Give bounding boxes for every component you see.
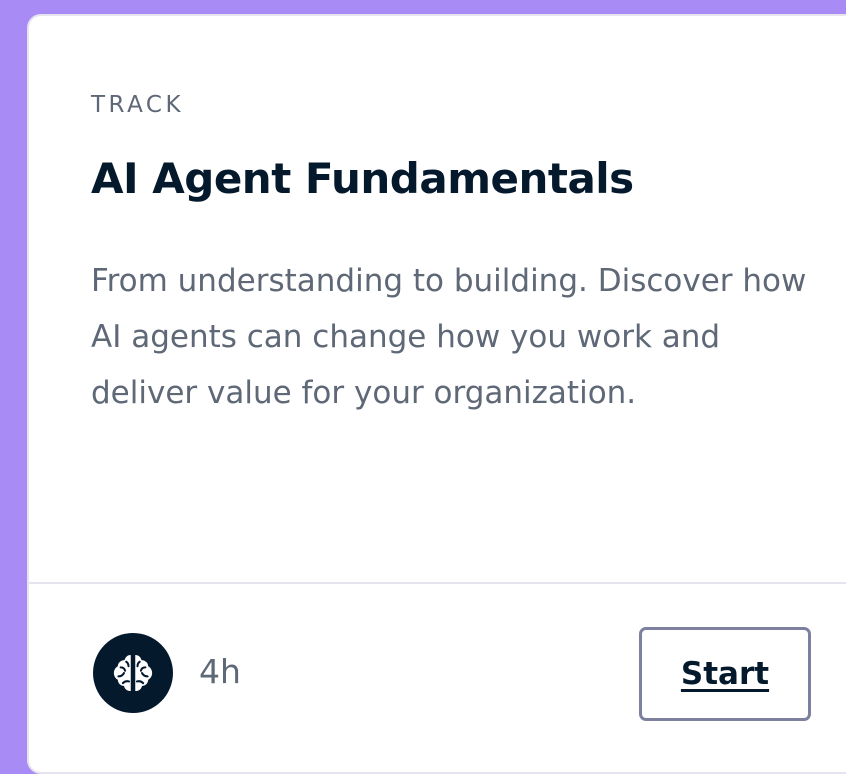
card-type-label: TRACK bbox=[91, 92, 185, 118]
track-card[interactable]: TRACK AI Agent Fundamentals From underst… bbox=[27, 14, 846, 774]
card-description: From understanding to building. Discover… bbox=[91, 263, 807, 411]
card-divider bbox=[29, 582, 846, 584]
brain-icon bbox=[93, 633, 173, 713]
duration-text: 4h bbox=[199, 652, 241, 691]
card-title: AI Agent Fundamentals bbox=[91, 154, 634, 203]
start-button[interactable]: Start bbox=[639, 627, 811, 721]
brain-icon-svg bbox=[113, 655, 153, 691]
